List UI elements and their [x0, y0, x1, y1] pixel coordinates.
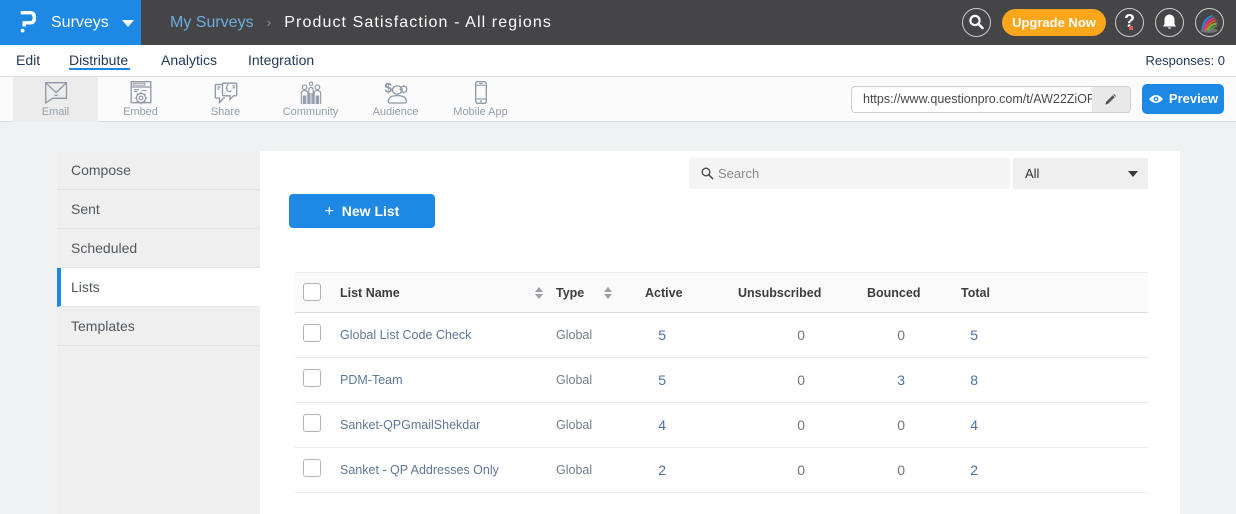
svg-text:$: $ [384, 81, 392, 96]
